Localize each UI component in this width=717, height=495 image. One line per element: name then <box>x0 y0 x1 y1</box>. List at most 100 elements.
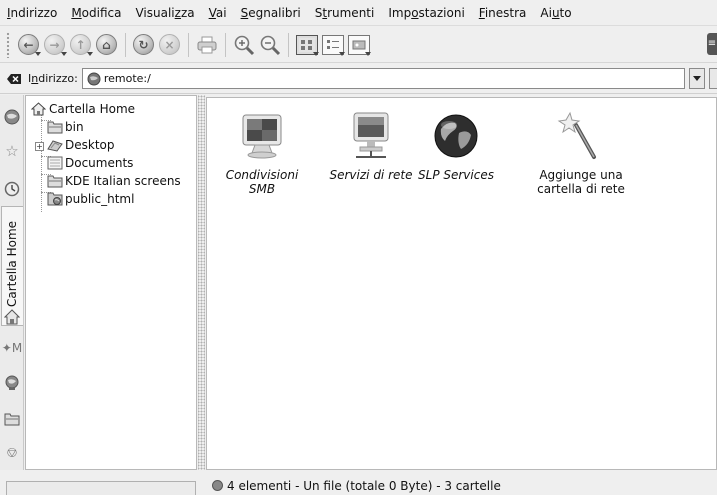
folder-icon <box>47 174 63 188</box>
menu-indirizzo[interactable]: Indirizzo <box>7 6 57 20</box>
home-button[interactable]: ⌂ <box>94 31 119 59</box>
konqueror-logo-icon[interactable]: ≡ <box>707 33 717 55</box>
tree-item-label: Documents <box>65 156 134 170</box>
tree-item-desktop[interactable]: Desktop <box>47 136 115 154</box>
zoom-in-button[interactable] <box>231 31 256 59</box>
toolbar-separator <box>288 32 289 57</box>
toolbar-separator <box>125 32 126 57</box>
globe-icon <box>4 109 20 125</box>
star-icon: ☆ <box>5 142 19 160</box>
file-view: Condivisioni SMB Servizi di rete SLP Ser… <box>206 97 717 470</box>
back-button[interactable]: ← <box>16 31 41 59</box>
tree-item-public-html[interactable]: public_html <box>47 190 134 208</box>
history-tab[interactable] <box>4 181 20 197</box>
print-button[interactable] <box>194 31 219 59</box>
file-item-condivisioni-smb[interactable]: Condivisioni SMB <box>207 110 317 196</box>
monitor-icon <box>236 110 288 162</box>
toolbar-separator <box>225 32 226 57</box>
status-bar: 4 elementi - Un file (totale 0 Byte) - 3… <box>0 472 717 495</box>
tree-item-label: KDE Italian screens <box>65 174 181 188</box>
home-folder-tab-label: Cartella Home <box>5 220 19 307</box>
globe-icon <box>430 110 482 162</box>
go-button[interactable] <box>709 68 717 89</box>
toolbar-separator <box>188 32 189 57</box>
zoom-out-button[interactable] <box>257 31 282 59</box>
preview-view-button[interactable] <box>346 31 371 59</box>
file-label: SLP Services <box>418 168 494 182</box>
reload-icon: ↻ <box>133 34 154 55</box>
printer-icon <box>197 36 216 53</box>
tree-item-documents[interactable]: Documents <box>47 154 133 172</box>
web-folder-icon <box>47 192 63 206</box>
menu-visualizza[interactable]: Visualizza <box>135 6 194 20</box>
chevron-down-icon <box>693 76 701 81</box>
home-folder-tab-icon <box>4 309 20 325</box>
file-item-slp-services[interactable]: SLP Services <box>401 110 511 182</box>
tree-item-home-root[interactable]: Cartella Home <box>31 100 135 118</box>
devices-tab[interactable]: ⎊ <box>4 445 20 461</box>
tree-item-label: Desktop <box>65 138 115 152</box>
menubar: Indirizzo Modifica Visualizza Vai Segnal… <box>0 0 717 26</box>
folder-icon <box>4 413 20 426</box>
reload-button[interactable]: ↻ <box>131 31 156 59</box>
clear-location-button[interactable] <box>6 72 22 86</box>
menu-modifica[interactable]: Modifica <box>71 6 121 20</box>
network-monitor-icon <box>345 110 397 162</box>
toolbar-grip[interactable] <box>6 31 10 58</box>
file-item-aggiunge-cartella-di-rete[interactable]: Aggiunge una cartella di rete <box>526 110 636 196</box>
clock-icon <box>4 181 20 197</box>
stop-icon: × <box>159 34 180 55</box>
stop-button[interactable]: × <box>157 31 182 59</box>
house-icon <box>4 309 20 325</box>
root-folder-tab[interactable] <box>4 411 20 427</box>
menu-aiuto[interactable]: Aiuto <box>540 6 571 20</box>
tree-item-bin[interactable]: bin <box>47 118 84 136</box>
bookmarks-tab[interactable]: ☆ <box>4 142 20 160</box>
network-globe-icon <box>5 375 19 390</box>
network-globe-icon <box>87 72 101 85</box>
tree-status-area <box>6 481 196 495</box>
folder-tree: Cartella Home bin + Desktop Documents KD… <box>25 95 197 470</box>
panel-splitter[interactable] <box>198 95 205 470</box>
main-toolbar: ← → ↑ ⌂ ↻ × ≡ <box>0 27 717 63</box>
location-input[interactable]: remote:/ <box>81 68 685 89</box>
services-tab[interactable]: ✦M <box>1 340 23 356</box>
tree-item-label: public_html <box>65 192 135 206</box>
remote-tab[interactable] <box>4 375 20 391</box>
icon-view-button[interactable] <box>294 31 319 59</box>
zoom-in-icon <box>234 35 254 55</box>
network-tab[interactable] <box>4 109 20 125</box>
home-icon: ⌂ <box>96 34 117 55</box>
location-bar: Indirizzo: remote:/ <box>0 64 717 94</box>
tree-item-kde-italian-screens[interactable]: KDE Italian screens <box>47 172 181 190</box>
zoom-out-icon <box>260 35 280 55</box>
clear-location-icon <box>7 73 21 84</box>
menu-finestra[interactable]: Finestra <box>479 6 527 20</box>
file-view-status: 4 elementi - Un file (totale 0 Byte) - 3… <box>208 476 717 495</box>
navigation-panel-tabs: ☆ Cartella Home ✦M ⎊ <box>0 95 24 470</box>
location-label: Indirizzo: <box>28 72 78 85</box>
menu-vai[interactable]: Vai <box>209 6 227 20</box>
sparkle-icon: ✦M <box>1 341 23 355</box>
menu-segnalibri[interactable]: Segnalibri <box>241 6 301 20</box>
status-text: 4 elementi - Un file (totale 0 Byte) - 3… <box>227 478 501 493</box>
location-value: remote:/ <box>103 72 151 85</box>
document-folder-icon <box>47 156 63 170</box>
house-icon <box>31 102 47 116</box>
forward-button[interactable]: → <box>42 31 67 59</box>
menu-strumenti[interactable]: Strumenti <box>315 6 375 20</box>
wand-icon <box>555 110 607 162</box>
folder-icon <box>47 120 63 134</box>
location-history-dropdown[interactable] <box>689 68 705 89</box>
tree-item-label: Cartella Home <box>49 102 136 116</box>
file-label: Condivisioni SMB <box>225 168 299 196</box>
menu-impostazioni[interactable]: Impostazioni <box>388 6 464 20</box>
desktop-icon <box>47 138 63 152</box>
file-label: Aggiunge una cartella di rete <box>537 168 625 196</box>
expand-desktop-toggle[interactable]: + <box>35 142 44 151</box>
pin-icon: ⎊ <box>6 445 18 461</box>
tree-item-label: bin <box>65 120 84 134</box>
detail-view-button[interactable] <box>320 31 345 59</box>
view-link-indicator-icon[interactable] <box>212 480 223 491</box>
up-button[interactable]: ↑ <box>68 31 93 59</box>
